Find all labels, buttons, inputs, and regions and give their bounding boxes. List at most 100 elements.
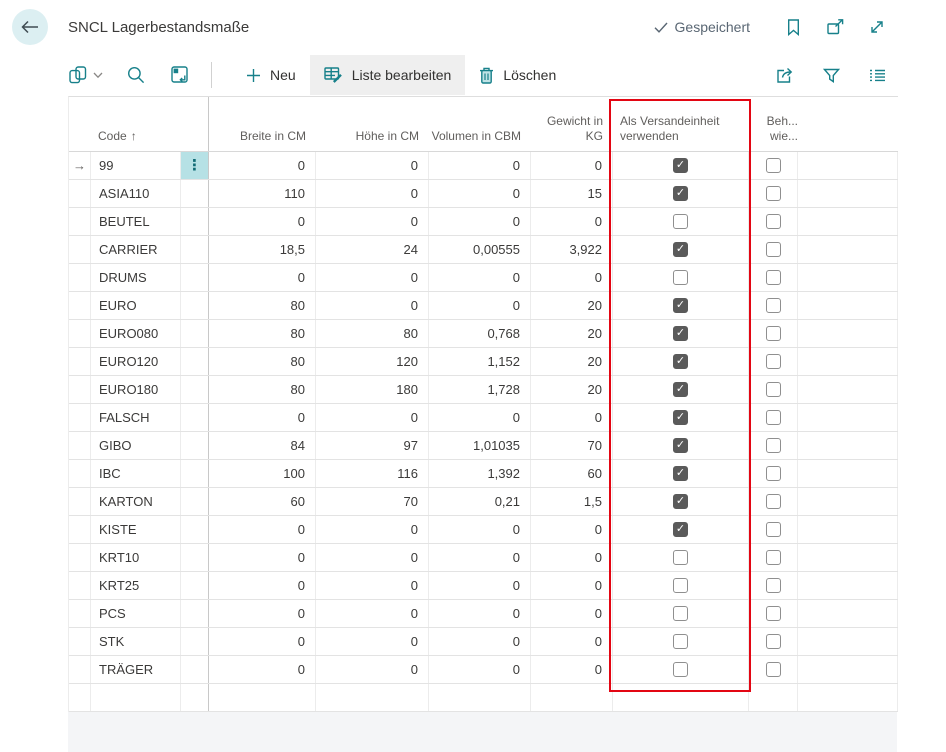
versandeinheit-checkbox[interactable]	[673, 522, 688, 537]
row-context-menu-icon[interactable]: ⋮	[181, 152, 208, 179]
table-row[interactable]: FALSCH0000	[69, 404, 898, 432]
cell-gewicht[interactable]: 0	[531, 264, 613, 291]
versandeinheit-checkbox[interactable]	[673, 270, 688, 285]
cell-breite[interactable]: 80	[209, 292, 316, 319]
cell-gewicht[interactable]: 0	[531, 544, 613, 571]
cell-volumen[interactable]: 0	[429, 516, 531, 543]
table-row[interactable]: EURO180801801,72820	[69, 376, 898, 404]
cell-code[interactable]: GIBO	[91, 432, 181, 459]
cell-gewicht[interactable]: 0	[531, 600, 613, 627]
cell-code[interactable]: KRT25	[91, 572, 181, 599]
beh-checkbox[interactable]	[766, 298, 781, 313]
cell-gewicht[interactable]: 20	[531, 292, 613, 319]
cell-breite[interactable]: 0	[209, 264, 316, 291]
cell-breite[interactable]: 0	[209, 516, 316, 543]
views-selector[interactable]	[68, 66, 103, 84]
cell-gewicht[interactable]: 60	[531, 460, 613, 487]
cell-hoehe[interactable]: 70	[316, 488, 429, 515]
cell-gewicht[interactable]: 0	[531, 628, 613, 655]
bookmark-icon[interactable]	[782, 16, 804, 38]
cell-code[interactable]: EURO	[91, 292, 181, 319]
cell-code[interactable]: CARRIER	[91, 236, 181, 263]
table-row[interactable]: EURO800020	[69, 292, 898, 320]
cell-breite[interactable]: 0	[209, 544, 316, 571]
versandeinheit-checkbox[interactable]	[673, 494, 688, 509]
cell-breite[interactable]: 0	[209, 656, 316, 683]
beh-checkbox[interactable]	[766, 466, 781, 481]
beh-checkbox[interactable]	[766, 214, 781, 229]
cell-breite[interactable]: 80	[209, 320, 316, 347]
cell-volumen[interactable]: 1,728	[429, 376, 531, 403]
cell-code[interactable]: 99	[91, 152, 181, 179]
cell-volumen[interactable]: 0	[429, 404, 531, 431]
table-row[interactable]: TRÄGER0000	[69, 656, 898, 684]
cell-volumen[interactable]: 1,392	[429, 460, 531, 487]
cell-code[interactable]: KRT10	[91, 544, 181, 571]
cell-volumen[interactable]: 0,00555	[429, 236, 531, 263]
cell-code[interactable]: TRÄGER	[91, 656, 181, 683]
versandeinheit-checkbox[interactable]	[673, 606, 688, 621]
cell-volumen[interactable]: 0	[429, 152, 531, 179]
cell-hoehe[interactable]: 0	[316, 628, 429, 655]
versandeinheit-checkbox[interactable]	[673, 466, 688, 481]
beh-checkbox[interactable]	[766, 550, 781, 565]
cell-volumen[interactable]: 1,152	[429, 348, 531, 375]
cell-breite[interactable]: 0	[209, 208, 316, 235]
table-row[interactable]: CARRIER18,5240,005553,922	[69, 236, 898, 264]
table-row[interactable]: BEUTEL0000	[69, 208, 898, 236]
cell-code[interactable]: BEUTEL	[91, 208, 181, 235]
versandeinheit-checkbox[interactable]	[673, 354, 688, 369]
cell-breite[interactable]: 80	[209, 348, 316, 375]
cell-code[interactable]: PCS	[91, 600, 181, 627]
cell-hoehe[interactable]: 0	[316, 180, 429, 207]
table-row[interactable]: →99⋮0000	[69, 152, 898, 180]
versandeinheit-checkbox[interactable]	[673, 634, 688, 649]
table-row[interactable]: GIBO84971,0103570	[69, 432, 898, 460]
cell-hoehe[interactable]: 116	[316, 460, 429, 487]
versandeinheit-checkbox[interactable]	[673, 158, 688, 173]
cell-gewicht[interactable]: 0	[531, 656, 613, 683]
cell-code[interactable]: IBC	[91, 460, 181, 487]
table-row[interactable]: KRT100000	[69, 544, 898, 572]
column-header-code[interactable]: Code ↑	[69, 97, 209, 151]
versandeinheit-checkbox[interactable]	[673, 438, 688, 453]
cell-hoehe[interactable]: 120	[316, 348, 429, 375]
table-row[interactable]: EURO120801201,15220	[69, 348, 898, 376]
cell-volumen[interactable]: 0	[429, 264, 531, 291]
cell-hoehe[interactable]: 0	[316, 656, 429, 683]
cell-volumen[interactable]: 0,21	[429, 488, 531, 515]
cell-gewicht[interactable]: 1,5	[531, 488, 613, 515]
cell-gewicht[interactable]: 70	[531, 432, 613, 459]
cell-code[interactable]: ASIA110	[91, 180, 181, 207]
versandeinheit-checkbox[interactable]	[673, 578, 688, 593]
column-header-hoehe[interactable]: Höhe in CM	[316, 97, 429, 151]
cell-volumen[interactable]: 0	[429, 600, 531, 627]
filter-icon[interactable]	[820, 64, 842, 86]
column-header-beh[interactable]: Beh... wie...	[749, 97, 798, 151]
cell-gewicht[interactable]: 0	[531, 516, 613, 543]
cell-gewicht[interactable]: 15	[531, 180, 613, 207]
versandeinheit-checkbox[interactable]	[673, 214, 688, 229]
beh-checkbox[interactable]	[766, 662, 781, 677]
cell-breite[interactable]: 0	[209, 600, 316, 627]
cell-volumen[interactable]: 0	[429, 628, 531, 655]
versandeinheit-checkbox[interactable]	[673, 186, 688, 201]
cell-breite[interactable]: 0	[209, 152, 316, 179]
cell-hoehe[interactable]: 0	[316, 208, 429, 235]
cell-code[interactable]: KISTE	[91, 516, 181, 543]
beh-checkbox[interactable]	[766, 438, 781, 453]
cell-volumen[interactable]: 0	[429, 544, 531, 571]
table-row[interactable]: STK0000	[69, 628, 898, 656]
beh-checkbox[interactable]	[766, 606, 781, 621]
cell-breite[interactable]: 100	[209, 460, 316, 487]
cell-code[interactable]: STK	[91, 628, 181, 655]
cell-hoehe[interactable]: 0	[316, 292, 429, 319]
versandeinheit-checkbox[interactable]	[673, 382, 688, 397]
beh-checkbox[interactable]	[766, 186, 781, 201]
cell-volumen[interactable]: 0	[429, 572, 531, 599]
beh-checkbox[interactable]	[766, 270, 781, 285]
cell-hoehe[interactable]: 0	[316, 544, 429, 571]
cell-hoehe[interactable]: 24	[316, 236, 429, 263]
cell-code[interactable]: EURO180	[91, 376, 181, 403]
cell-code[interactable]: KARTON	[91, 488, 181, 515]
